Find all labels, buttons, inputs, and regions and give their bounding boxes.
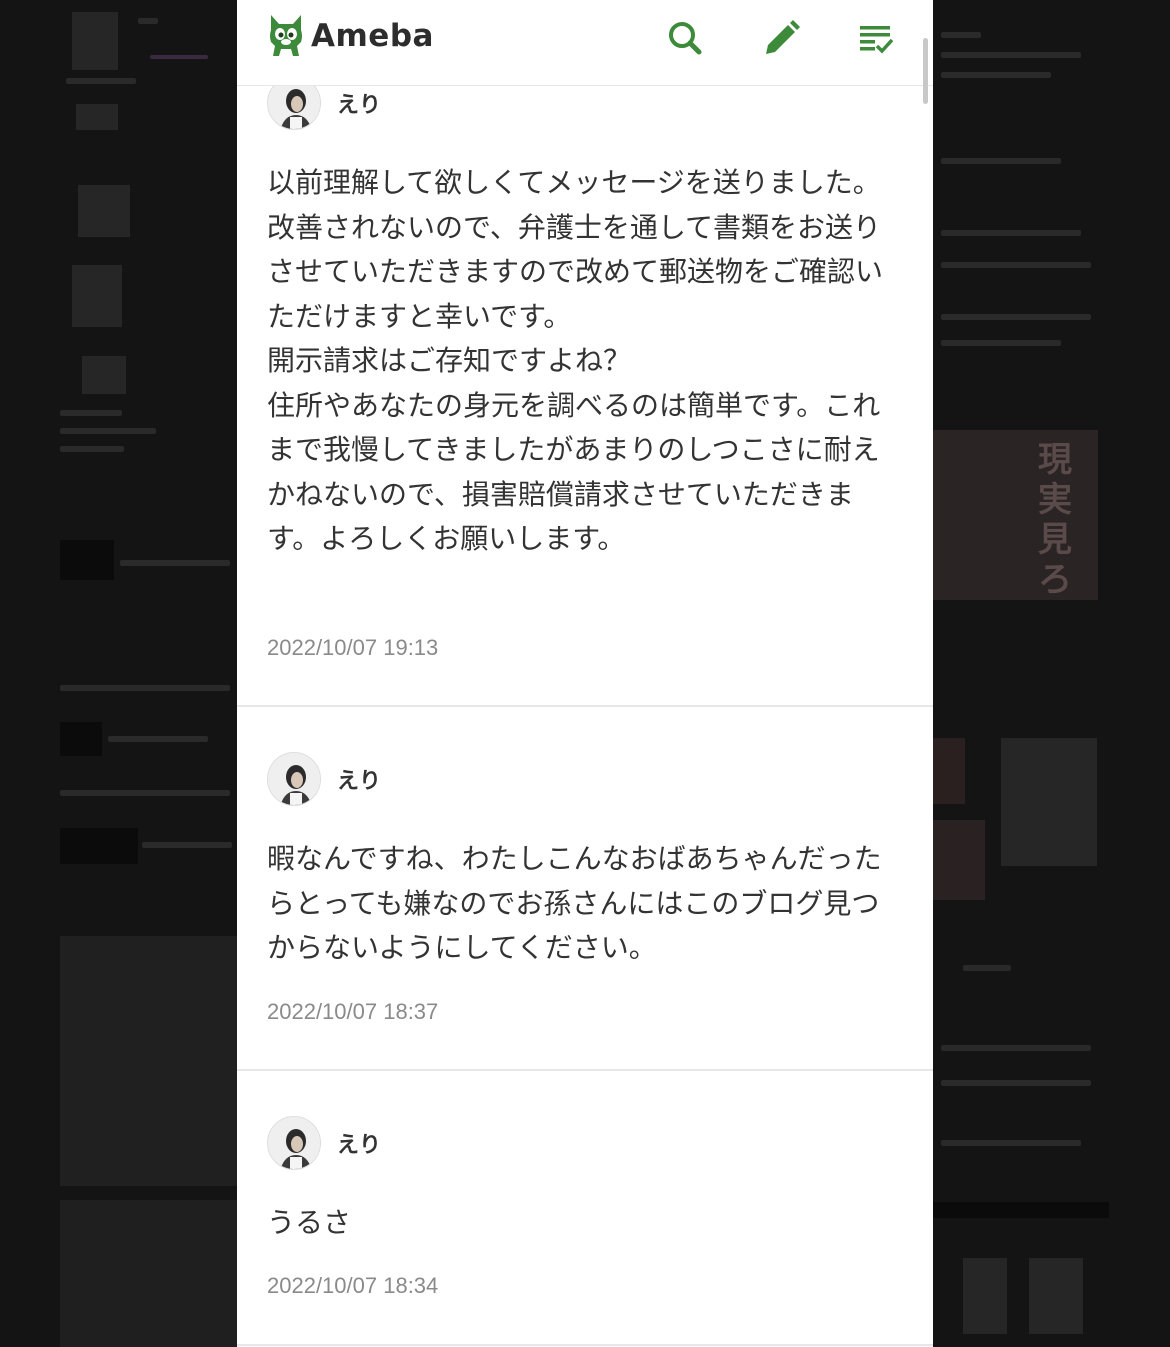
comment-author[interactable]: えり: [267, 752, 381, 806]
background-text: [120, 560, 230, 566]
background-text: [142, 842, 232, 848]
search-button[interactable]: [665, 18, 705, 58]
background-arrow: [150, 55, 208, 59]
avatar-photo-icon: [268, 1117, 320, 1169]
background-text: [963, 965, 1011, 971]
avatar-photo-icon: [268, 753, 320, 805]
comment-timestamp: 2022/10/07 19:13: [267, 635, 439, 660]
background-thumbnail: [1029, 1258, 1083, 1334]
background-text: [66, 78, 136, 84]
background-thumbnail: [1001, 738, 1097, 866]
background-text: [941, 1045, 1091, 1051]
background-text: [941, 1080, 1091, 1086]
background-thumbnail: [933, 820, 985, 900]
comment-timestamp: 2022/10/07 18:37: [267, 999, 439, 1024]
background-text: [60, 410, 122, 416]
comment-timestamp: 2022/10/07 18:34: [267, 1273, 439, 1298]
background-thumbnail: [60, 722, 102, 756]
background-photo: [60, 1200, 237, 1347]
background-text: [941, 340, 1061, 346]
background-page-left: [0, 0, 237, 1347]
background-text: [60, 428, 156, 434]
background-thumbnail: [82, 356, 126, 394]
app-header: Ameba: [237, 0, 933, 86]
background-text: [941, 32, 981, 38]
background-thumbnail: [60, 828, 138, 864]
background-text: [60, 685, 230, 691]
background-thumbnail: [60, 540, 114, 580]
background-bar: [933, 1202, 1109, 1218]
background-thumbnail: [72, 265, 122, 327]
author-name: えり: [337, 93, 382, 118]
pencil-icon: [766, 20, 800, 54]
background-text: [941, 72, 1051, 78]
comment-body: うるさ: [267, 1206, 352, 1239]
ameba-mascot-icon: [270, 15, 302, 56]
background-text: [60, 790, 230, 796]
comments-panel: Ameba えり 以前理解して欲しくてメッセージを送りました。 改善されないので…: [237, 0, 933, 1347]
background-text: [60, 446, 124, 452]
background-thumbnail: [78, 185, 130, 237]
background-text: [941, 314, 1091, 320]
background-text: [941, 158, 1061, 164]
background-text: [941, 52, 1081, 58]
background-text: [941, 1140, 1081, 1146]
search-icon: [669, 22, 702, 55]
background-text: [941, 230, 1081, 236]
background-poster-text: 現実見ろ: [1038, 440, 1072, 600]
comment-item: えり 以前理解して欲しくてメッセージを送りました。 改善されないので、弁護士を通…: [237, 60, 933, 707]
background-text: [108, 736, 208, 742]
background-text: [138, 18, 158, 24]
ameba-logo[interactable]: Ameba: [267, 12, 434, 60]
background-photo: [60, 936, 237, 1186]
background-text: [941, 262, 1091, 268]
avatar: [267, 1116, 321, 1170]
avatar: [267, 752, 321, 806]
background-thumbnail: [933, 738, 965, 804]
background-thumbnail: [76, 104, 118, 130]
feed-button[interactable]: [857, 18, 897, 58]
background-thumbnail: [963, 1258, 1007, 1334]
comment-item: えり 暇なんですね、わたしこんなおばあちゃんだったらとっても嫌なのでお孫さんには…: [237, 707, 933, 1071]
author-name: えり: [337, 1133, 382, 1158]
scrollbar[interactable]: [923, 38, 928, 104]
comment-item: えり うるさ 2022/10/07 18:34: [237, 1071, 933, 1346]
comment-author[interactable]: えり: [267, 1116, 381, 1170]
comment-body: 以前理解して欲しくてメッセージを送りました。 改善されないので、弁護士を通して書…: [267, 166, 884, 555]
comment-body: 暇なんですね、わたしこんなおばあちゃんだったらとっても嫌なのでお孫さんにはこのブ…: [267, 842, 882, 964]
background-page-right: [933, 0, 1170, 1347]
feed-list-icon: [860, 26, 894, 54]
logo-text: Ameba: [311, 18, 434, 54]
write-button[interactable]: [762, 18, 802, 58]
background-thumbnail: [72, 12, 118, 70]
author-name: えり: [337, 769, 382, 794]
